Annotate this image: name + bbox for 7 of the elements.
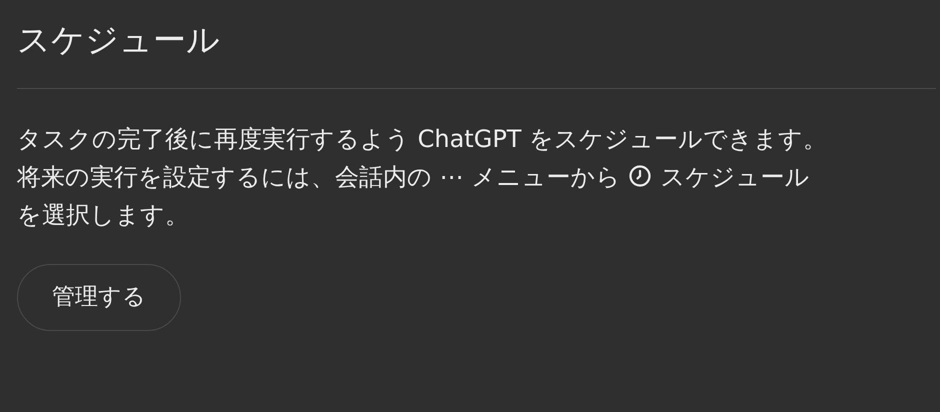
clock-icon — [628, 164, 652, 188]
description-text: スケジュール — [660, 163, 810, 191]
description-text: タスクの完了後に再度実行するよう ChatGPT をスケジュールできます。 — [17, 124, 828, 155]
description-text: 将来の実行を設定するには、会話内の ⋯ メニューから — [17, 163, 620, 191]
description-text: を選択します。 — [17, 200, 189, 231]
manage-button[interactable]: 管理する — [17, 264, 181, 331]
section-title: スケジュール — [17, 19, 220, 61]
